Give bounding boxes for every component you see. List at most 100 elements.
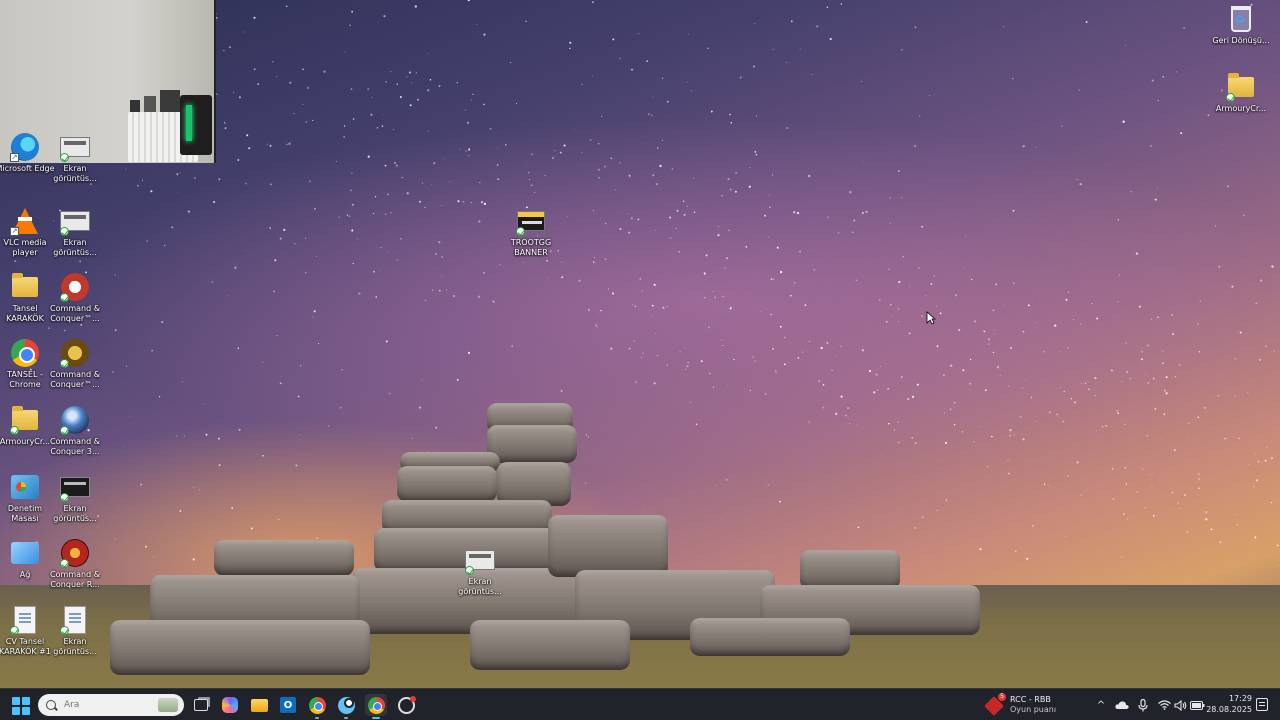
microphone-icon: [1138, 698, 1148, 711]
rock-cluster: [800, 550, 900, 590]
steam-icon: [337, 696, 355, 714]
game-bar-icon: [397, 695, 416, 714]
desktop-icon-ekran-goruntusu-2[interactable]: Ekran görüntüs...: [45, 206, 105, 270]
windows-logo-icon: [12, 707, 20, 715]
taskbar-copilot[interactable]: [219, 694, 241, 716]
desktop-icon-label: Command & Conquer R...: [50, 570, 100, 589]
onedrive-cloud-icon: [1115, 701, 1129, 709]
taskbar: O 5 RCC - RBB Oyun puanı ^ 17:29: [0, 688, 1280, 720]
desktop-icon-ekran-goruntusu-1[interactable]: Ekran görüntüs...: [45, 132, 105, 196]
desktop-icon-ekran-goruntusu-5[interactable]: Ekran görüntüs...: [450, 545, 510, 609]
task-view-icon: [194, 699, 208, 711]
desktop-icon-label: Ekran görüntüs...: [53, 504, 97, 523]
rock-cluster: [110, 620, 370, 675]
search-highlight-image: [158, 698, 178, 712]
game-widget-icon: 5: [986, 693, 1006, 714]
desktop-icon-label: Command & Conquer 3...: [50, 437, 100, 456]
folder-icon: [1226, 72, 1256, 102]
screenshot-file-icon: [465, 545, 495, 575]
desktop-icon-label: Ekran görüntüs...: [53, 637, 97, 656]
command-conquer-red-alert-icon: [60, 538, 90, 568]
clock-time: 17:29: [1228, 694, 1252, 703]
desktop-icon-ekran-goruntusu-4[interactable]: Ekran görüntüs...: [45, 605, 105, 669]
recycle-bin-icon: [1226, 4, 1256, 34]
taskbar-steam[interactable]: [335, 694, 357, 719]
desktop-icon-ekran-goruntusu-3[interactable]: Ekran görüntüs...: [45, 472, 105, 536]
taskbar-game-bar[interactable]: [395, 694, 417, 716]
windows-logo-icon: [22, 697, 30, 705]
desktop-icon-recycle-bin[interactable]: Geri Dönüşü...: [1211, 4, 1271, 68]
screenshot-file-icon: [60, 132, 90, 162]
show-hidden-icons-button[interactable]: ^: [1094, 698, 1108, 712]
battery-icon: [1189, 700, 1204, 710]
chrome-icon: [10, 338, 40, 368]
command-conquer-generals-icon: [60, 338, 90, 368]
desktop-icon-command-conquer-3[interactable]: 3 Command & Conquer™...: [45, 272, 105, 336]
taskbar-chrome[interactable]: [306, 694, 328, 719]
game-widget-title: RCC - RBB: [1010, 695, 1051, 704]
desktop-icon-label: Command & Conquer™...: [50, 304, 100, 323]
command-conquer-sphere-icon: [60, 405, 90, 435]
search-icon: [46, 700, 56, 710]
outlook-icon: O: [280, 697, 296, 713]
start-button[interactable]: [12, 697, 30, 715]
chrome-icon: [367, 696, 385, 714]
clock-date: 28.08.2025: [1206, 705, 1252, 714]
speaker-icon: [1173, 699, 1186, 711]
rock-cluster: [470, 620, 630, 670]
desktop-icon-command-conquer-3-sphere[interactable]: Command & Conquer 3...: [45, 405, 105, 469]
tray-battery[interactable]: [1189, 698, 1205, 712]
banner-image-icon: [516, 206, 546, 236]
chrome-icon: [308, 696, 326, 714]
screenshot-file-icon: [60, 206, 90, 236]
desktop-icon-trootgg-banner[interactable]: TROOTGG BANNER: [501, 206, 561, 270]
windows-logo-icon: [12, 697, 20, 705]
desktop-icon-label: Ekran görüntüs...: [53, 164, 97, 183]
taskbar-outlook[interactable]: O: [277, 694, 299, 716]
tray-volume[interactable]: [1173, 698, 1187, 712]
copilot-icon: [222, 697, 238, 713]
desktop-icon-command-conquer-red-alert[interactable]: Command & Conquer R...: [45, 538, 105, 602]
command-conquer-3-icon: 3: [60, 272, 90, 302]
rock-cluster: [690, 618, 850, 656]
game-widget-subtitle: Oyun puanı: [1010, 705, 1057, 714]
wifi-icon: [1157, 700, 1171, 710]
search-input[interactable]: [64, 700, 154, 710]
document-icon: [60, 605, 90, 635]
desktop-icon-label: Geri Dönüşü...: [1212, 36, 1270, 45]
tray-wifi[interactable]: [1157, 698, 1171, 712]
network-icon: [10, 538, 40, 568]
vlc-cone-icon: ↗: [10, 206, 40, 236]
task-view-button[interactable]: [190, 694, 212, 716]
taskbar-chrome-profile[interactable]: [365, 694, 387, 719]
rock-stack: [397, 466, 497, 502]
document-icon: [10, 605, 40, 635]
screenshot-file-icon: [60, 472, 90, 502]
notification-center-icon[interactable]: [1256, 698, 1268, 711]
tray-microphone[interactable]: [1136, 698, 1150, 712]
tray-onedrive[interactable]: [1114, 698, 1130, 712]
taskbar-search-box[interactable]: [38, 694, 184, 716]
user-folder-icon: [10, 272, 40, 302]
file-explorer-icon: [250, 698, 268, 712]
chevron-up-icon: ^: [1096, 699, 1106, 711]
windows-logo-icon: [22, 707, 30, 715]
desktop-icon-armourycrate-folder-right[interactable]: ArmouryCr...: [1211, 72, 1271, 136]
folder-icon: [10, 405, 40, 435]
control-panel-icon: [10, 472, 40, 502]
desktop-icon-label: TROOTGG BANNER: [510, 238, 552, 257]
desktop-icon-command-conquer-generals[interactable]: Command & Conquer™...: [45, 338, 105, 402]
desktop-icon-label: Ekran görüntüs...: [458, 577, 502, 596]
game-widget-badge: 5: [998, 693, 1006, 701]
taskbar-clock[interactable]: 17:29 28.08.2025: [1206, 693, 1252, 715]
desktop-icon-label: Command & Conquer™...: [50, 370, 100, 389]
desktop-icon-label: ArmouryCr...: [1215, 104, 1267, 113]
taskbar-file-explorer[interactable]: [248, 694, 270, 716]
game-score-widget[interactable]: 5 RCC - RBB Oyun puanı: [986, 693, 1057, 716]
edge-icon: ↗: [10, 132, 40, 162]
webcam-pc-case: [180, 95, 212, 155]
rock-cluster: [214, 540, 354, 576]
desktop-icon-label: Ekran görüntüs...: [53, 238, 97, 257]
rock-stack: [487, 425, 577, 463]
rock-cluster: [548, 515, 668, 577]
